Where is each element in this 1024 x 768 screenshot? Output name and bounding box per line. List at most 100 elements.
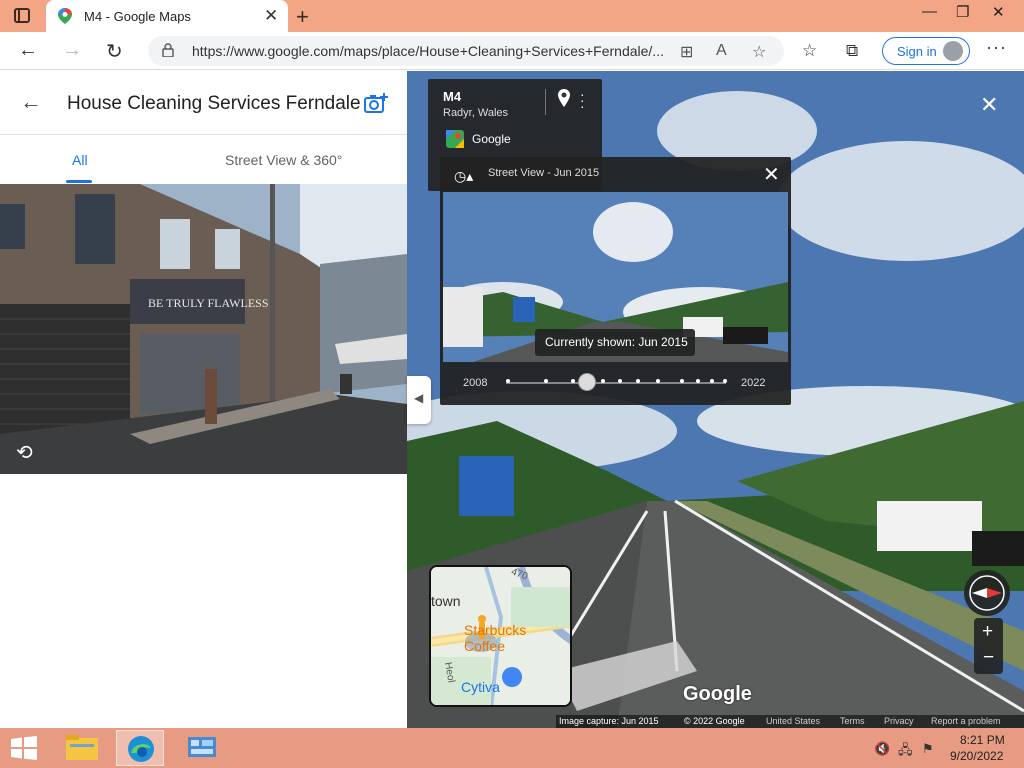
taskbar-date[interactable]: 9/20/2022 <box>950 749 1003 763</box>
timeline-tick[interactable] <box>544 379 548 383</box>
windows-taskbar: 🔇 🖧 ⚑ 8:21 PM 9/20/2022 <box>0 728 1024 768</box>
volume-muted-icon[interactable]: 🔇 <box>874 741 890 757</box>
forward-icon[interactable]: → <box>62 39 82 62</box>
timeline-tick[interactable] <box>571 379 575 383</box>
shopping-bag-icon <box>502 667 522 687</box>
google-watermark: Google <box>683 683 752 705</box>
taskbar-time[interactable]: 8:21 PM <box>960 733 1005 747</box>
timeline-tick[interactable] <box>601 379 605 383</box>
timeline-end-year: 2022 <box>741 377 766 389</box>
report-problem-link[interactable]: Report a problem <box>931 716 1001 726</box>
timeline-track[interactable] <box>506 382 726 384</box>
location-name: M4 <box>443 89 462 104</box>
street-photo[interactable]: BE TRULY FLAWLESS ⟲ <box>0 184 407 474</box>
timeline-tick[interactable] <box>506 379 510 383</box>
windows-start-icon[interactable] <box>10 736 38 760</box>
tab-actions-icon[interactable] <box>14 8 30 23</box>
timeline-tick[interactable] <box>710 379 714 383</box>
collections-icon[interactable]: ⧉ <box>846 41 858 61</box>
minimap-town: town <box>431 593 461 609</box>
maps-favicon-icon <box>58 8 72 24</box>
minimap-poi-cytiva[interactable]: Cytiva <box>461 679 500 695</box>
window-close-button[interactable]: ✕ <box>992 3 1005 21</box>
tab-close-icon[interactable]: ✕ <box>264 6 278 26</box>
sign-in-button[interactable]: Sign in <box>882 37 970 65</box>
browser-tab-bar: M4 - Google Maps ✕ + — ❐ ✕ <box>0 0 1024 32</box>
lock-icon[interactable] <box>162 43 174 57</box>
active-tab-indicator <box>66 180 92 183</box>
control-panel-button[interactable] <box>178 730 226 766</box>
tooltip-text: Currently shown: Jun 2015 <box>545 335 688 349</box>
minimize-button[interactable]: — <box>922 3 937 20</box>
add-favorite-icon[interactable]: ☆ <box>752 42 766 62</box>
timeline-tick[interactable] <box>656 379 660 383</box>
time-machine-label: Street View - Jun 2015 <box>488 167 600 179</box>
timeline-slider-handle[interactable] <box>578 373 597 391</box>
collapse-panel-button[interactable]: ◀ <box>407 376 431 424</box>
timeline-tick[interactable] <box>636 379 640 383</box>
zoom-out-button[interactable]: − <box>983 647 994 669</box>
pin-icon[interactable] <box>558 89 570 107</box>
minimap[interactable]: 470 town Starbucks Coffee Heol Cytiva <box>429 565 572 707</box>
place-panel: ← House Cleaning Services Ferndale All S… <box>0 71 407 728</box>
chevron-left-icon: ◀ <box>414 391 424 405</box>
map-footer: Image capture: Jun 2015 © 2022 Google Un… <box>556 715 1024 728</box>
timeline-tick[interactable] <box>723 379 727 383</box>
copyright: © 2022 Google <box>684 716 745 726</box>
panel-back-icon[interactable]: ← <box>20 89 42 115</box>
tab-title: M4 - Google Maps <box>84 9 191 24</box>
back-icon[interactable]: ← <box>18 39 38 62</box>
minimap-poi-starbucks[interactable]: Starbucks Coffee <box>464 622 570 654</box>
country-link[interactable]: United States <box>766 716 820 726</box>
control-panel-icon <box>188 737 216 757</box>
avatar <box>943 41 963 61</box>
compass-icon[interactable] <box>964 570 1010 616</box>
file-explorer-button[interactable] <box>58 730 106 766</box>
timeline-tick[interactable] <box>618 379 622 383</box>
zoom-controls: + − <box>974 618 1003 674</box>
photo-tabs: All Street View & 360° <box>0 135 407 183</box>
network-icon[interactable]: 🖧 <box>898 741 913 763</box>
more-options-icon[interactable]: · · · <box>580 87 585 113</box>
url-text[interactable]: https://www.google.com/maps/place/House+… <box>192 43 664 59</box>
action-center-icon[interactable]: ⚑ <box>922 741 934 757</box>
add-photo-icon[interactable] <box>364 93 388 115</box>
image-capture-date: Image capture: Jun 2015 <box>559 716 659 726</box>
location-divider <box>545 89 546 115</box>
active-tab[interactable]: M4 - Google Maps ✕ <box>46 0 288 32</box>
location-sub: Radyr, Wales <box>443 107 509 119</box>
rotate-360-icon[interactable]: ⟲ <box>16 440 33 465</box>
sign-in-label: Sign in <box>897 44 937 59</box>
street-photo-image: BE TRULY FLAWLESS <box>0 184 407 474</box>
place-title: House Cleaning Services Ferndale <box>67 93 361 114</box>
favorites-icon[interactable]: ☆ <box>802 41 817 61</box>
edge-icon <box>128 736 154 762</box>
restore-button[interactable]: ❐ <box>956 3 969 21</box>
folder-icon <box>66 735 98 760</box>
close-icon[interactable]: ✕ <box>763 162 780 187</box>
tab-all[interactable]: All <box>72 152 88 168</box>
street-view-close-icon[interactable]: ✕ <box>980 92 998 118</box>
app-available-icon[interactable]: ⊞ <box>680 42 693 62</box>
timeline-tick[interactable] <box>696 379 700 383</box>
privacy-link[interactable]: Privacy <box>884 716 914 726</box>
address-toolbar: ← → ↻ https://www.google.com/maps/place/… <box>0 32 1024 70</box>
refresh-icon[interactable]: ↻ <box>106 39 123 64</box>
new-tab-button[interactable]: + <box>296 4 309 30</box>
place-header: ← House Cleaning Services Ferndale <box>0 71 407 135</box>
edge-taskbar-button[interactable] <box>116 730 164 766</box>
tab-street-view[interactable]: Street View & 360° <box>225 152 342 168</box>
provider-label: Google <box>472 132 511 146</box>
read-aloud-icon[interactable]: A <box>716 42 727 60</box>
history-clock-icon[interactable]: ◷▴ <box>454 168 473 185</box>
more-icon[interactable]: ··· <box>986 37 1007 58</box>
google-maps-logo <box>446 130 464 148</box>
zoom-in-button[interactable]: + <box>982 621 993 643</box>
timeline-start-year: 2008 <box>463 377 488 389</box>
timeline-tick[interactable] <box>680 379 684 383</box>
time-machine-panel: ◷▴ Street View - Jun 2015 ✕ 2008 2022 <box>440 157 791 405</box>
current-date-tooltip: Currently shown: Jun 2015 <box>535 329 695 356</box>
url-bar[interactable]: https://www.google.com/maps/place/House+… <box>148 36 784 66</box>
terms-link[interactable]: Terms <box>840 716 865 726</box>
shop-sign-logo: BE TRULY FLAWLESS <box>148 296 269 310</box>
